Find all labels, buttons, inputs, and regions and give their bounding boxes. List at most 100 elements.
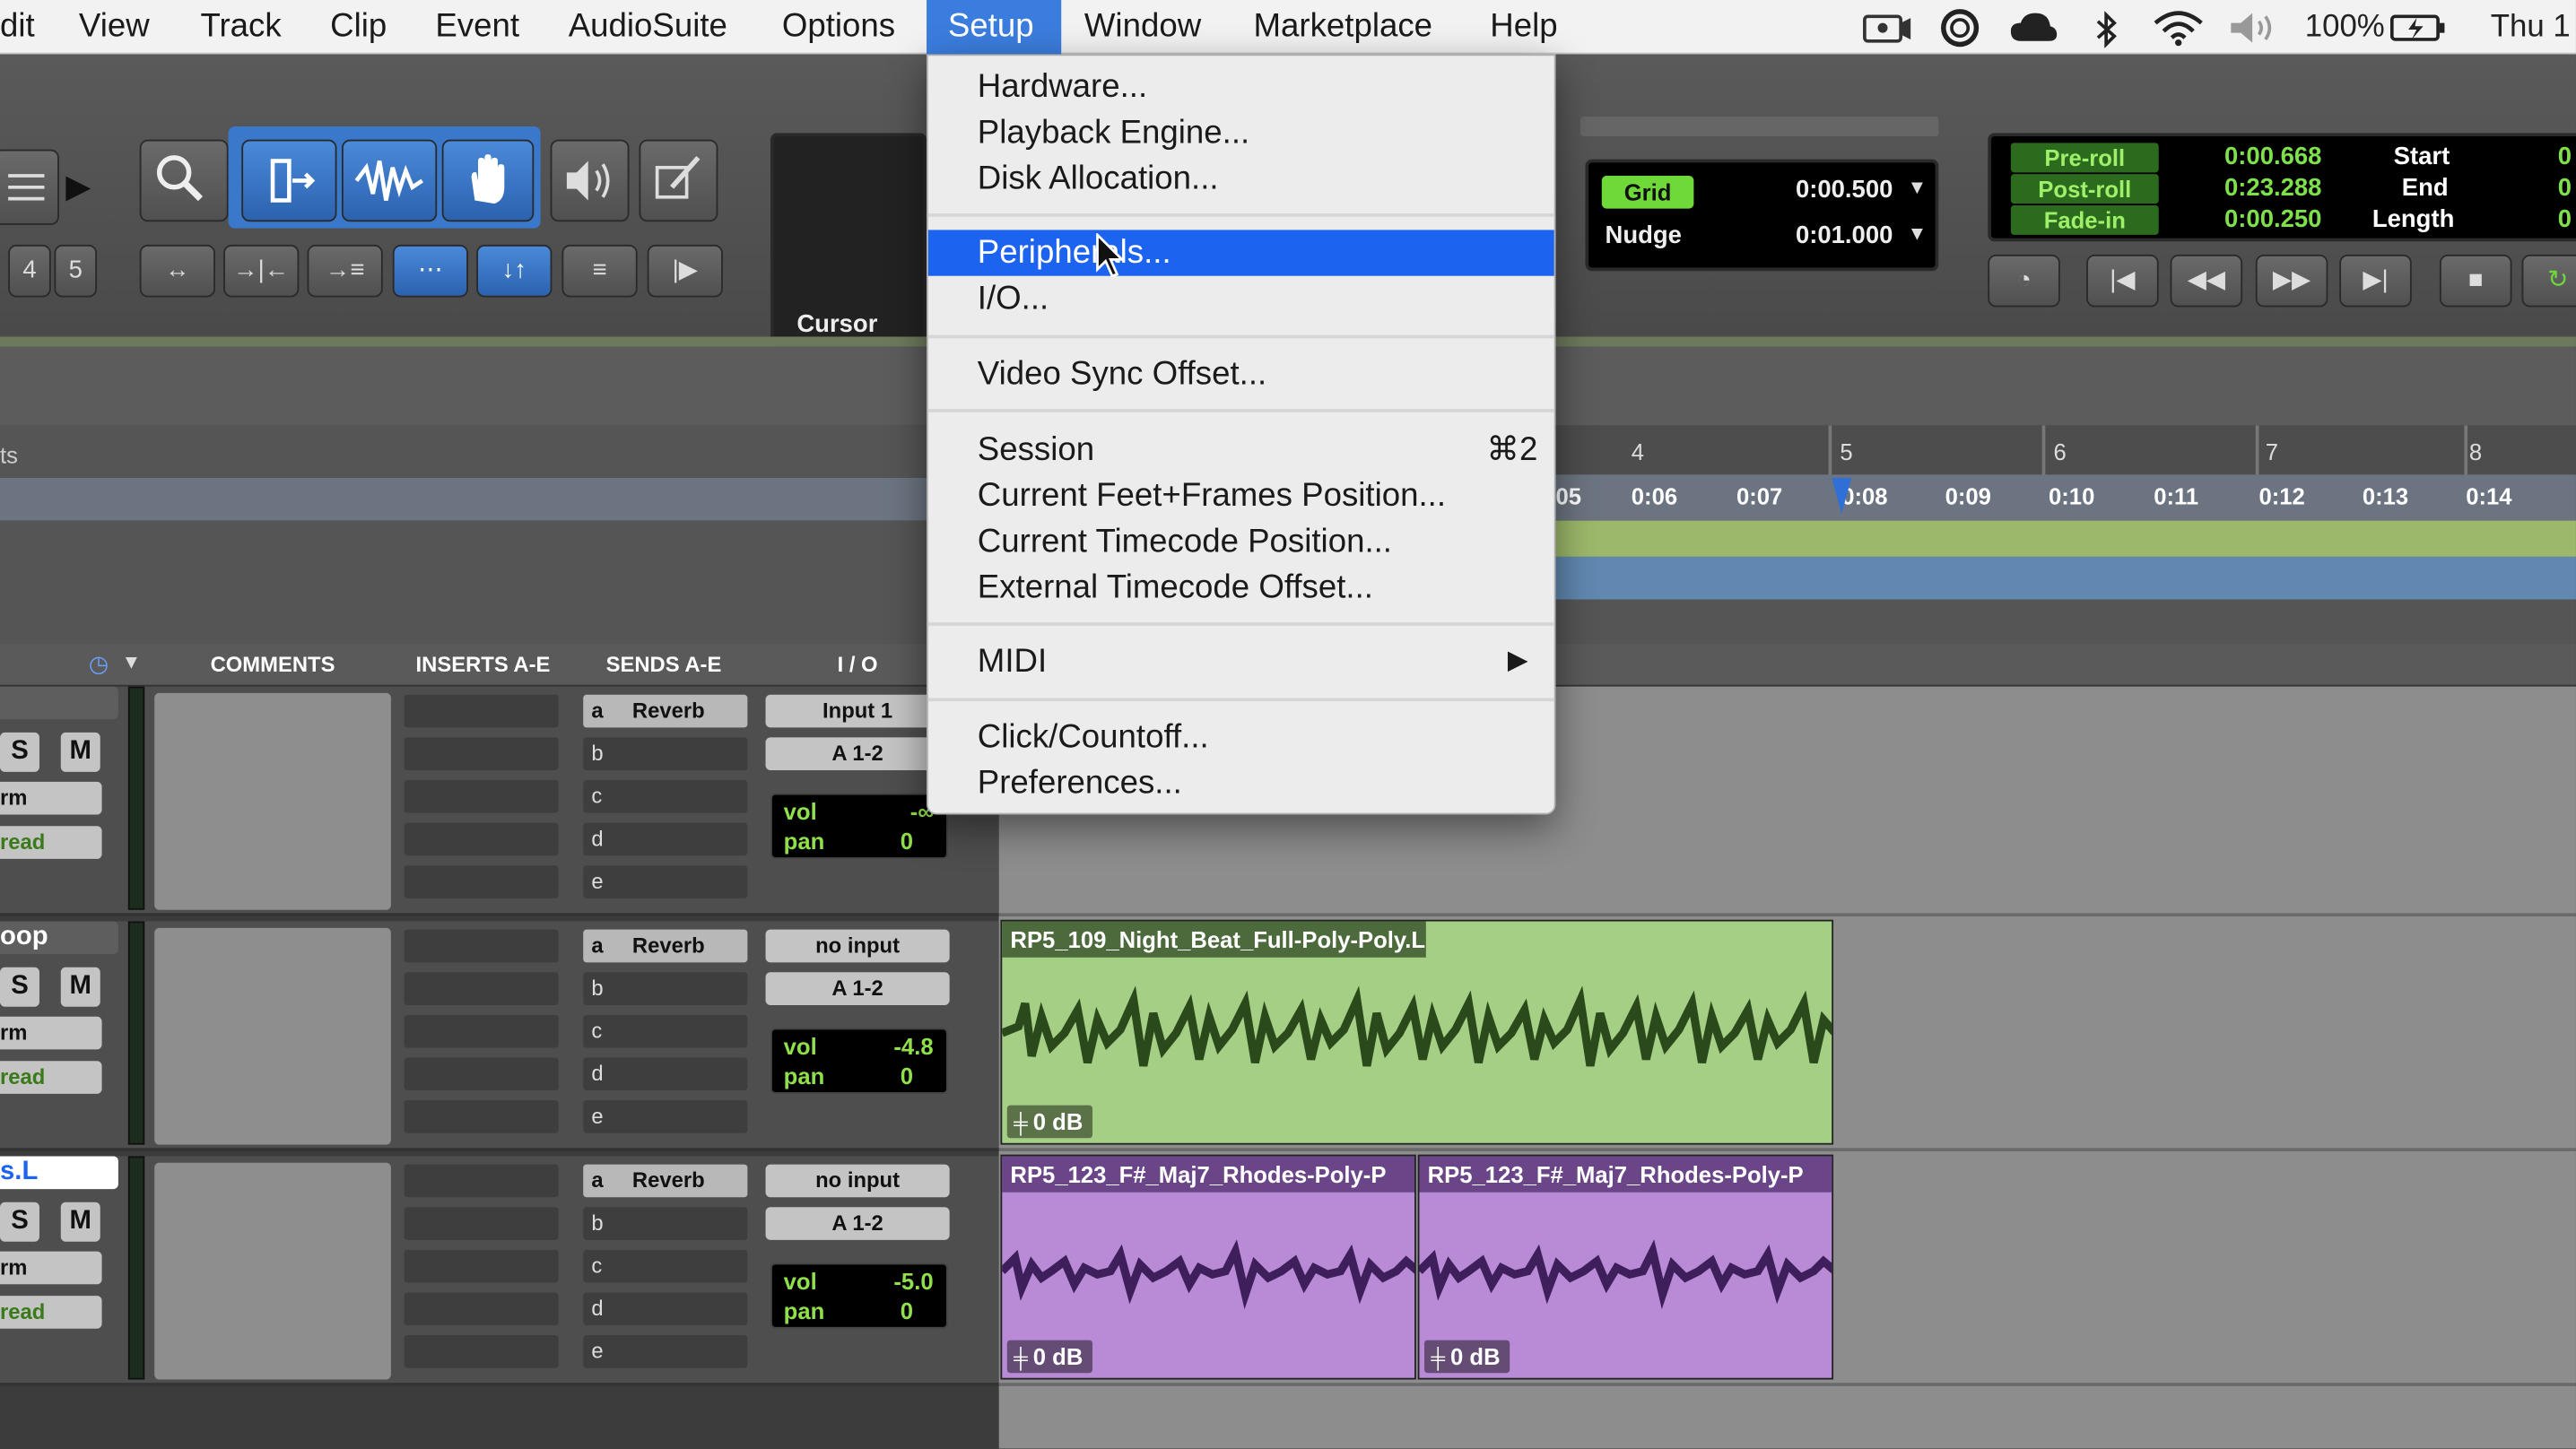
track-comments[interactable] [154,1162,391,1380]
insert-slot[interactable] [404,1057,559,1091]
vol-pan-display[interactable]: vol -∞ pan 0 [770,793,948,859]
menu-track[interactable]: Track [182,0,300,54]
postroll-value[interactable]: 0:23.288 [2224,174,2321,202]
track-name-field[interactable]: oop [0,921,118,955]
input-selector[interactable]: no input [765,1164,950,1198]
send-e[interactable]: e [583,865,748,898]
menu-item-midi[interactable]: MIDI ▶ [928,638,1554,684]
marker-ruler[interactable] [1555,599,2576,644]
volume-icon[interactable] [2226,0,2282,54]
insert-slot[interactable] [404,1164,559,1198]
insert-slot[interactable] [404,1335,559,1368]
send-c[interactable]: c [583,1014,748,1048]
start-value[interactable]: 0 [2558,143,2572,170]
send-b[interactable]: b [583,737,748,771]
insert-slot[interactable] [404,929,559,963]
screen-record-icon[interactable] [1861,0,1914,54]
send-a[interactable]: a Reverb [583,694,748,728]
play-icon[interactable]: ↻ [2521,254,2576,308]
menu-item-io[interactable]: I/O... [928,276,1554,322]
mute-button[interactable]: M [60,1202,100,1242]
rewind-icon[interactable]: ◀◀ [2170,254,2243,308]
preroll-value[interactable]: 0:00.668 [2224,143,2321,170]
solo-button[interactable]: S [0,732,39,772]
automation-mode-selector[interactable]: read [0,1296,102,1329]
clock-icon[interactable]: ◷ [89,650,109,678]
selector-tool-icon[interactable] [341,139,438,222]
scrubber-tool-icon[interactable] [550,139,630,222]
bars-ruler[interactable]: 4 5 6 7 8 [1555,425,2576,478]
insert-slot[interactable] [404,865,559,898]
fast-forward-icon[interactable]: ▶▶ [2255,254,2328,308]
cloud-icon[interactable] [2007,0,2060,54]
pan-value[interactable]: 0 [901,1063,913,1089]
track-comments[interactable] [154,692,391,910]
insertion-follows-icon[interactable]: |▶ [647,244,723,298]
slip-mode-icon[interactable]: →|← [223,244,300,298]
input-selector[interactable]: no input [765,929,950,963]
solo-button[interactable]: S [0,1202,39,1242]
insert-slot[interactable] [404,780,559,813]
send-c[interactable]: c [583,780,748,813]
grid-dropdown-icon[interactable]: ▼ [1907,176,1927,199]
send-b[interactable]: b [583,1207,748,1240]
automation-mode-selector[interactable]: read [0,1061,102,1094]
menu-clock[interactable]: Thu 1 [2491,0,2571,54]
send-a[interactable]: a Reverb [583,929,748,963]
meter-ruler[interactable] [1555,556,2576,600]
menu-item-timecode-position[interactable]: Current Timecode Position... [928,519,1554,565]
menu-options[interactable]: Options [764,0,914,54]
battery-icon[interactable] [2389,0,2448,54]
menu-marketplace[interactable]: Marketplace [1235,0,1450,54]
output-selector[interactable]: A 1-2 [765,1207,950,1240]
trim-tool-icon[interactable] [241,139,337,222]
mute-button[interactable]: M [60,732,100,772]
grid-mode-icon[interactable]: ⋯ [392,244,469,298]
postroll-label[interactable]: Post-roll [2010,174,2159,204]
output-selector[interactable]: A 1-2 [765,737,950,771]
send-e[interactable]: e [583,1335,748,1368]
menu-item-session[interactable]: Session ⌘2 [928,427,1554,473]
menu-item-playback-engine[interactable]: Playback Engine... [928,110,1554,156]
menu-audiosuite[interactable]: AudioSuite [551,0,746,54]
zoom-preset-5[interactable]: 5 [54,244,98,298]
vol-value[interactable]: -5.0 [893,1268,933,1294]
insert-slot[interactable] [404,1292,559,1326]
pencil-tool-icon[interactable] [639,139,718,222]
insert-slot[interactable] [404,737,559,771]
track-name-field[interactable]: s.L [0,1156,118,1190]
track-comments[interactable] [154,927,391,1145]
track-list-icon[interactable] [0,149,59,225]
menu-event[interactable]: Event [417,0,537,54]
vol-pan-display[interactable]: vol -5.0 pan 0 [770,1262,948,1329]
vol-pan-display[interactable]: vol -4.8 pan 0 [770,1028,948,1094]
online-icon[interactable]: ◔ [1988,254,2060,308]
playhead-marker[interactable] [1832,477,1852,515]
automation-mode-selector[interactable]: read [0,826,102,859]
solo-button[interactable]: S [0,967,39,1007]
nudge-label[interactable]: Nudge [1605,221,1681,249]
menu-item-external-timecode[interactable]: External Timecode Offset... [928,565,1554,611]
menu-window[interactable]: Window [1066,0,1220,54]
spot-mode-icon[interactable]: →≡ [307,244,383,298]
send-d[interactable]: d [583,822,748,856]
send-b[interactable]: b [583,972,748,1005]
input-selector[interactable]: Input 1 [765,694,950,728]
preroll-label[interactable]: Pre-roll [2010,143,2159,173]
wifi-icon[interactable] [2152,0,2205,54]
record-mode-selector[interactable]: rm [0,1016,102,1050]
send-a[interactable]: a Reverb [583,1164,748,1198]
grid-label[interactable]: Grid [1601,175,1694,209]
play-arrow-icon[interactable]: ▶ [65,166,91,207]
clip-gain[interactable]: ╪ 0 dB [1423,1340,1510,1374]
menu-item-preferences[interactable]: Preferences... [928,760,1554,806]
grabber-tool-icon[interactable] [441,139,535,222]
menu-edit[interactable]: dit [0,0,53,54]
mute-button[interactable]: M [60,967,100,1007]
record-mode-selector[interactable]: rm [0,1251,102,1285]
send-e[interactable]: e [583,1100,748,1133]
record-mode-selector[interactable]: rm [0,781,102,815]
bluetooth-icon[interactable] [2093,0,2119,54]
audio-clip[interactable]: RP5_123_F#_Maj7_Rhodes-Poly-P ╪ 0 dB [1417,1154,1834,1380]
audio-clip[interactable]: RP5_123_F#_Maj7_Rhodes-Poly-P ╪ 0 dB [1000,1154,1416,1380]
